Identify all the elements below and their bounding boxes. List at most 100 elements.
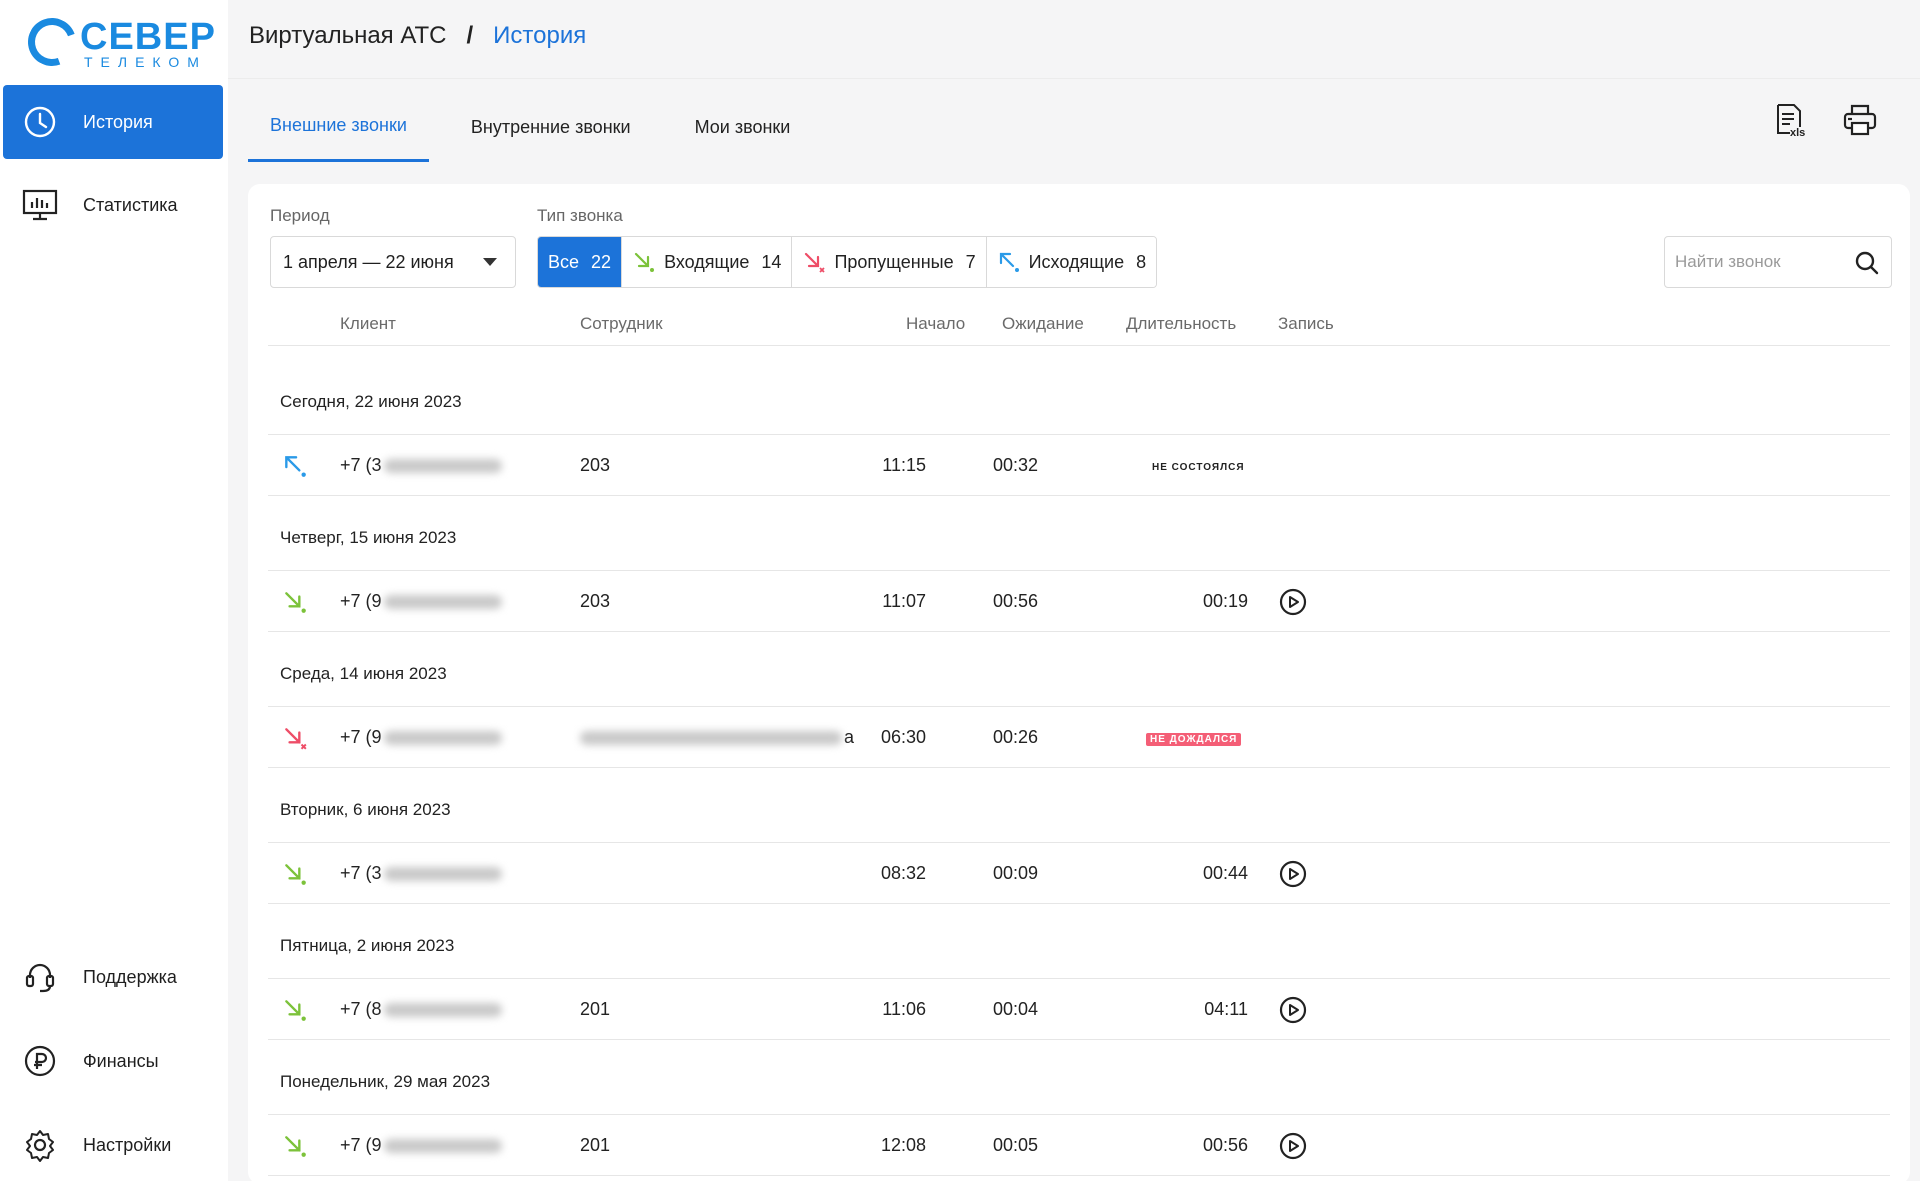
table-row[interactable]: +7 (3 08:32 00:09 00:44 xyxy=(268,842,1890,904)
print-button[interactable] xyxy=(1840,100,1880,140)
employee: 203 xyxy=(580,591,611,611)
brand-logo[interactable]: СЕВЕР ТЕЛЕКОМ xyxy=(20,10,215,74)
filter-missed-button[interactable]: Пропущенные 7 xyxy=(792,237,987,287)
table-row[interactable]: +7 (9 203 11:07 00:56 00:19 xyxy=(268,570,1890,632)
outgoing-icon xyxy=(285,456,306,477)
filter-label: Пропущенные xyxy=(834,251,954,272)
call-start: 08:32 xyxy=(880,863,926,883)
search-box xyxy=(1664,236,1892,288)
sidebar-item-support[interactable]: Поддержка xyxy=(3,940,223,1014)
date-group-title: Понедельник, 29 мая 2023 xyxy=(280,1072,491,1091)
ruble-icon xyxy=(21,1042,59,1080)
client-phone: +7 (3 xyxy=(340,863,502,884)
filter-count: 7 xyxy=(965,251,976,272)
filter-label: Все xyxy=(548,251,580,272)
chart-monitor-icon xyxy=(21,186,59,224)
employee: а xyxy=(580,727,854,748)
sidebar-item-label: Поддержка xyxy=(83,966,177,987)
period-value: 1 апреля — 22 июня xyxy=(283,251,454,272)
employee: 201 xyxy=(580,1135,611,1155)
play-icon[interactable] xyxy=(1278,995,1308,1025)
calls-card: Период 1 апреля — 22 июня Тип звонка Все… xyxy=(248,184,1910,1181)
sidebar-item-label: Статистика xyxy=(83,194,178,215)
client-phone: +7 (9 xyxy=(340,727,502,748)
column-employee: Сотрудник xyxy=(580,314,663,333)
play-icon[interactable] xyxy=(1278,1131,1308,1161)
filter-all-button[interactable]: Все 22 xyxy=(538,237,623,287)
status-badge: не дождался xyxy=(1146,733,1242,746)
top-actions: xls xyxy=(1770,100,1880,140)
breadcrumb-root[interactable]: Виртуальная АТС xyxy=(249,22,446,50)
search-input[interactable] xyxy=(1675,252,1845,272)
headset-icon xyxy=(21,958,59,996)
sidebar-item-statistics[interactable]: Статистика xyxy=(3,168,223,242)
status-badge: не состоялся xyxy=(1152,462,1245,473)
column-client: Клиент xyxy=(340,314,396,333)
column-wait: Ожидание xyxy=(1002,314,1084,333)
table-row[interactable]: +7 (9 а 06:30 00:26 не дождался xyxy=(268,706,1890,768)
client-phone: +7 (8 xyxy=(340,999,502,1020)
logo-ring-icon xyxy=(20,10,84,74)
period-select[interactable]: 1 апреля — 22 июня xyxy=(270,236,516,288)
incoming-icon xyxy=(632,250,656,274)
table-row[interactable]: +7 (8 201 11:06 00:04 04:11 xyxy=(268,978,1890,1040)
play-icon[interactable] xyxy=(1278,587,1308,617)
employee: 203 xyxy=(580,455,611,475)
filter-incoming-button[interactable]: Входящие 14 xyxy=(622,237,793,287)
call-duration: 00:19 xyxy=(1202,591,1248,611)
client-phone: +7 (3 xyxy=(340,455,502,476)
sidebar: СЕВЕР ТЕЛЕКОМ История Статистика Поддерж… xyxy=(0,0,228,1181)
page-title: История xyxy=(493,22,587,49)
tab-internal-calls[interactable]: Внутренние звонки xyxy=(449,92,653,162)
date-group-title: Вторник, 6 июня 2023 xyxy=(280,800,451,819)
sidebar-item-label: История xyxy=(83,111,153,132)
call-wait: 00:56 xyxy=(992,591,1038,611)
xls-label: xls xyxy=(1790,127,1805,138)
play-icon[interactable] xyxy=(1278,859,1308,889)
incoming-icon xyxy=(285,1000,306,1021)
filter-count: 22 xyxy=(591,251,612,272)
logo-name: СЕВЕР xyxy=(80,16,216,58)
missed-icon xyxy=(285,728,307,750)
call-duration: 00:56 xyxy=(1202,1135,1248,1155)
search-icon[interactable] xyxy=(1853,249,1881,277)
client-phone: +7 (9 xyxy=(340,1135,502,1156)
sidebar-item-label: Финансы xyxy=(83,1050,159,1071)
tabs: Внешние звонки Внутренние звонки Мои зво… xyxy=(248,92,832,162)
call-type-label: Тип звонка xyxy=(537,206,623,225)
table-row[interactable]: +7 (3 203 11:15 00:32 не состоялся xyxy=(268,434,1890,496)
call-start: 11:15 xyxy=(882,455,926,475)
logo-subtitle: ТЕЛЕКОМ xyxy=(84,54,207,70)
incoming-icon xyxy=(285,864,306,885)
sidebar-item-finance[interactable]: Финансы xyxy=(3,1024,223,1098)
column-record: Запись xyxy=(1278,314,1334,333)
call-duration: 00:44 xyxy=(1202,863,1248,883)
export-xls-button[interactable]: xls xyxy=(1770,100,1810,140)
incoming-icon xyxy=(285,592,306,613)
call-wait: 00:26 xyxy=(992,727,1038,747)
filter-outgoing-button[interactable]: Исходящие 8 xyxy=(986,237,1157,287)
employee: 201 xyxy=(580,999,611,1019)
outgoing-icon xyxy=(997,250,1021,274)
filter-label: Исходящие xyxy=(1028,251,1125,272)
sidebar-item-history[interactable]: История xyxy=(3,85,223,159)
table-header: Клиент Сотрудник Начало Ожидание Длитель… xyxy=(268,302,1890,346)
tab-my-calls[interactable]: Мои звонки xyxy=(673,92,813,162)
breadcrumb-separator: / xyxy=(466,22,474,49)
call-start: 12:08 xyxy=(880,1135,926,1155)
xls-export-icon: xls xyxy=(1777,104,1805,138)
date-group-title: Среда, 14 июня 2023 xyxy=(280,664,447,683)
call-wait: 00:04 xyxy=(992,999,1038,1019)
breadcrumb: Виртуальная АТС / История xyxy=(249,22,586,50)
call-start: 11:07 xyxy=(882,591,926,611)
header-divider xyxy=(228,78,1920,79)
tab-external-calls[interactable]: Внешние звонки xyxy=(248,92,429,162)
client-phone: +7 (9 xyxy=(340,591,502,612)
missed-icon xyxy=(802,250,826,274)
date-group-title: Сегодня, 22 июня 2023 xyxy=(280,392,462,411)
column-duration: Длительность xyxy=(1126,314,1237,333)
table-row[interactable]: +7 (9 201 12:08 00:05 00:56 xyxy=(268,1114,1890,1176)
sidebar-item-settings[interactable]: Настройки xyxy=(3,1108,223,1181)
call-wait: 00:09 xyxy=(992,863,1038,883)
call-wait: 00:05 xyxy=(992,1135,1038,1155)
